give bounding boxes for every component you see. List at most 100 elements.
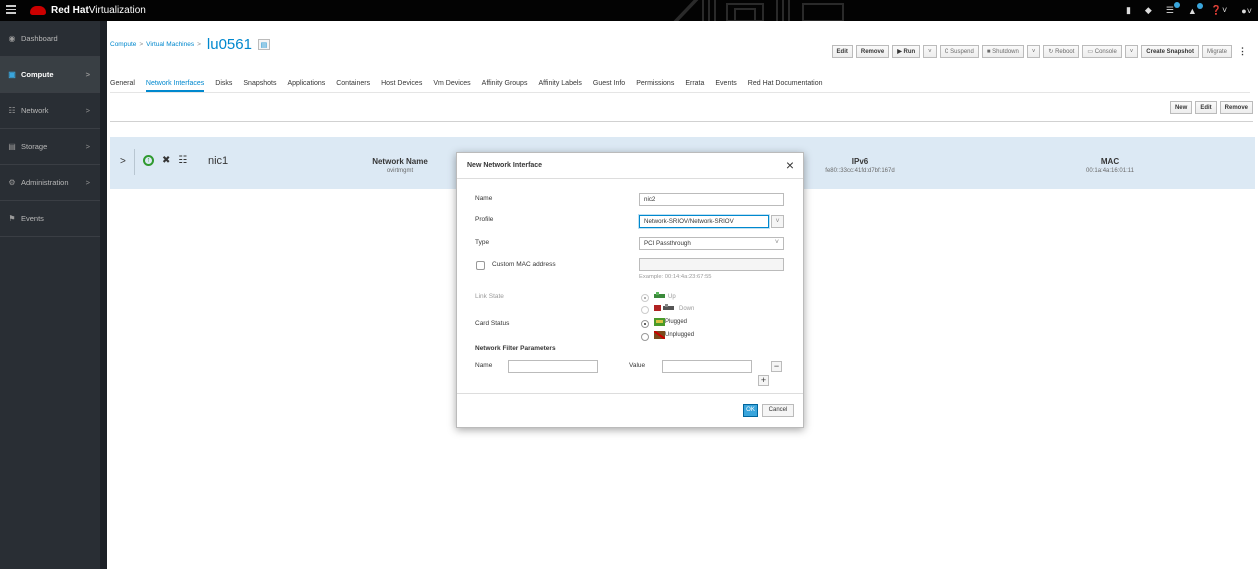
tab-errata[interactable]: Errata bbox=[685, 80, 704, 92]
add-filter-button[interactable]: + bbox=[758, 375, 769, 386]
shutdown-button[interactable]: ■ Shutdown bbox=[981, 45, 1024, 58]
reboot-button[interactable]: ↻ Reboot bbox=[1043, 45, 1080, 58]
bookmark-icon[interactable]: ▮ bbox=[1126, 5, 1131, 16]
link-down-radio[interactable] bbox=[641, 306, 649, 314]
custom-mac-checkbox[interactable] bbox=[476, 261, 485, 270]
tab-events[interactable]: Events bbox=[715, 80, 736, 92]
chevron-down-icon: ˅ bbox=[774, 239, 779, 246]
link-up-radio[interactable] bbox=[641, 294, 649, 302]
user-icon[interactable]: ●˅ bbox=[1241, 6, 1252, 16]
chevron-right-icon: > bbox=[85, 70, 90, 79]
migrate-button[interactable]: Migrate bbox=[1201, 45, 1232, 58]
tab-applications[interactable]: Applications bbox=[287, 80, 325, 92]
sidebar-item-network[interactable]: ☷ Network > bbox=[0, 93, 100, 129]
tab-disks[interactable]: Disks bbox=[215, 80, 232, 92]
network-icon: ☷ bbox=[8, 106, 16, 115]
sidebar-item-storage[interactable]: ▤ Storage > bbox=[0, 129, 100, 165]
edit-button[interactable]: Edit bbox=[831, 45, 853, 58]
brand-logo[interactable]: Red Hat Virtualization bbox=[30, 3, 146, 18]
tab-host-devices[interactable]: Host Devices bbox=[381, 80, 422, 92]
ipv6-header: IPv6 bbox=[851, 157, 869, 166]
notifications-icon[interactable]: ▲ bbox=[1188, 2, 1203, 16]
header-decoration bbox=[673, 0, 844, 21]
page-title: lu0561 bbox=[206, 36, 252, 53]
tab-general[interactable]: General bbox=[110, 80, 135, 92]
dialog-header: New Network Interface × bbox=[457, 153, 803, 179]
tasks-icon[interactable]: ☰ bbox=[1166, 2, 1180, 16]
custom-mac-label: Custom MAC address bbox=[492, 261, 556, 268]
content-gutter bbox=[100, 21, 107, 569]
console-dropdown-button[interactable]: ˅ bbox=[1124, 45, 1139, 58]
suspend-button[interactable]: ∁ Suspend bbox=[939, 45, 979, 58]
mac-column: MAC 00:1a:4a:16:01:11 bbox=[1050, 157, 1170, 174]
sidebar-item-events[interactable]: ⚑ Events bbox=[0, 201, 100, 237]
red-hat-logo-icon bbox=[30, 6, 46, 15]
tab-containers[interactable]: Containers bbox=[336, 80, 370, 92]
unplugged-icon bbox=[654, 331, 665, 339]
mac-address-input[interactable] bbox=[639, 258, 784, 271]
remove-nic-button[interactable]: Remove bbox=[1219, 101, 1253, 114]
plugged-radio[interactable] bbox=[641, 320, 649, 328]
shutdown-dropdown-button[interactable]: ˅ bbox=[1026, 45, 1041, 58]
sidebar-item-compute[interactable]: ▣ Compute > bbox=[0, 57, 100, 93]
plug-icon: ✖ bbox=[162, 155, 171, 166]
name-label: Name bbox=[475, 195, 493, 202]
link-up-label: Up bbox=[668, 294, 676, 300]
remove-filter-button[interactable]: − bbox=[771, 361, 782, 372]
sidebar: ◉ Dashboard ▣ Compute > ☷ Network > ▤ St… bbox=[0, 21, 100, 569]
breadcrumb-virtual-machines[interactable]: Virtual Machines bbox=[146, 41, 194, 48]
top-bar: Red Hat Virtualization ▮ ◆ ☰ ▲ ❓˅ ●˅ bbox=[0, 0, 1258, 21]
help-icon[interactable]: ❓˅ bbox=[1211, 5, 1227, 16]
new-network-interface-dialog: New Network Interface × Name nic2 Profil… bbox=[456, 152, 804, 428]
breadcrumb: Compute > Virtual Machines > lu0561 ▤ bbox=[110, 36, 270, 53]
type-select-value: PCI Passthrough bbox=[644, 240, 691, 247]
tab-red-hat-documentation[interactable]: Red Hat Documentation bbox=[748, 80, 823, 92]
profile-dropdown-button[interactable]: ˅ bbox=[771, 215, 784, 228]
close-icon[interactable]: × bbox=[786, 157, 794, 173]
more-actions-kebab-icon[interactable]: ⋮ bbox=[1235, 46, 1250, 57]
edit-nic-button[interactable]: Edit bbox=[1195, 101, 1217, 114]
tab-guest-info[interactable]: Guest Info bbox=[593, 80, 625, 92]
filter-value-input[interactable] bbox=[662, 360, 752, 373]
tab-vm-devices[interactable]: Vm Devices bbox=[433, 80, 470, 92]
new-nic-button[interactable]: New bbox=[1169, 101, 1193, 114]
sidebar-item-label: Network bbox=[21, 106, 49, 115]
hamburger-menu-icon[interactable] bbox=[6, 5, 16, 14]
breadcrumb-separator: > bbox=[139, 41, 144, 48]
vm-details-toggle-button[interactable]: ▤ bbox=[257, 39, 270, 50]
tab-permissions[interactable]: Permissions bbox=[636, 80, 674, 92]
tab-snapshots[interactable]: Snapshots bbox=[243, 80, 276, 92]
chevron-right-icon[interactable]: > bbox=[120, 156, 126, 167]
sidebar-item-administration[interactable]: ⚙ Administration > bbox=[0, 165, 100, 201]
unplugged-radio[interactable] bbox=[641, 333, 649, 341]
cancel-button[interactable]: Cancel bbox=[762, 404, 794, 417]
tab-network-interfaces[interactable]: Network Interfaces bbox=[145, 80, 205, 92]
tab-affinity-groups[interactable]: Affinity Groups bbox=[482, 80, 528, 92]
ok-button[interactable]: OK bbox=[743, 404, 758, 417]
product-name: Virtualization bbox=[88, 5, 146, 16]
create-snapshot-button[interactable]: Create Snapshot bbox=[1141, 45, 1199, 58]
sidebar-item-label: Dashboard bbox=[21, 34, 58, 43]
breadcrumb-compute[interactable]: Compute bbox=[110, 41, 136, 48]
network-name-header: Network Name bbox=[372, 157, 428, 166]
name-field[interactable]: nic2 bbox=[639, 193, 784, 206]
tasks-badge bbox=[1173, 2, 1180, 8]
type-select[interactable]: PCI Passthrough ˅ bbox=[639, 237, 784, 250]
vm-action-toolbar: Edit Remove ▶ Run ˅ ∁ Suspend ■ Shutdown… bbox=[831, 45, 1250, 58]
remove-button[interactable]: Remove bbox=[855, 45, 890, 58]
compute-icon: ▣ bbox=[8, 70, 16, 79]
toolbar-divider bbox=[110, 121, 1253, 122]
tab-affinity-labels[interactable]: Affinity Labels bbox=[538, 80, 581, 92]
sidebar-item-label: Compute bbox=[21, 70, 54, 79]
filter-name-input[interactable] bbox=[508, 360, 598, 373]
link-down-label: Down bbox=[679, 306, 695, 312]
run-dropdown-button[interactable]: ˅ bbox=[923, 45, 937, 58]
profile-select[interactable]: Network-SRIOV/Network-SRIOV bbox=[639, 215, 769, 228]
sidebar-item-dashboard[interactable]: ◉ Dashboard bbox=[0, 21, 100, 57]
tag-icon[interactable]: ◆ bbox=[1145, 5, 1152, 16]
run-button[interactable]: ▶ Run bbox=[892, 45, 921, 58]
unplugged-label: Unplugged bbox=[665, 332, 695, 338]
tabs-divider bbox=[110, 92, 1250, 93]
console-button[interactable]: ▭ Console bbox=[1082, 45, 1122, 58]
profile-label: Profile bbox=[475, 216, 494, 223]
